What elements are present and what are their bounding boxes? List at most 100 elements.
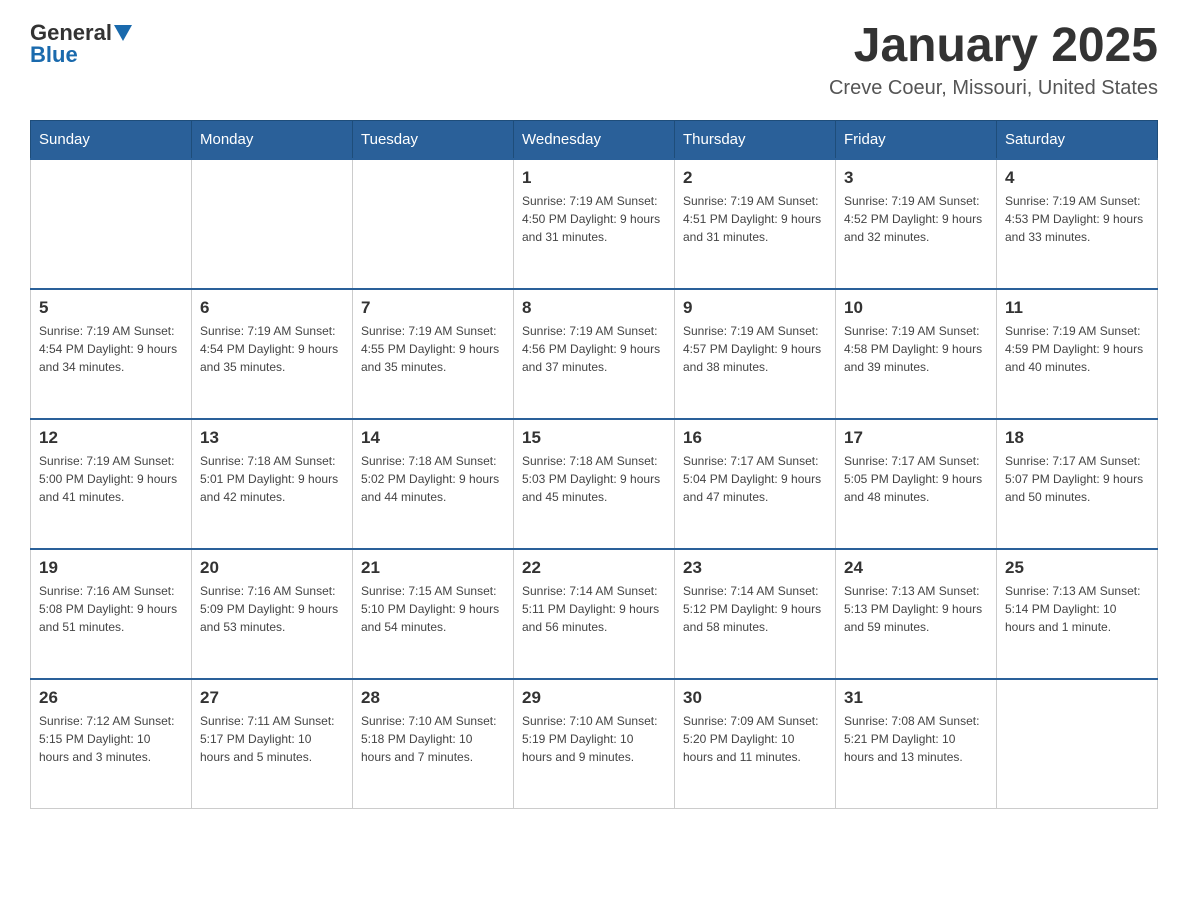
calendar-cell: 1 Sunrise: 7:19 AM Sunset: 4:50 PM Daylig…: [514, 159, 675, 289]
day-number: 19: [39, 558, 183, 578]
day-info: Sunrise: 7:15 AM Sunset: 5:10 PM Dayligh…: [361, 582, 505, 636]
calendar-cell: 5 Sunrise: 7:19 AM Sunset: 4:54 PM Daylig…: [31, 289, 192, 419]
day-info: Sunrise: 7:13 AM Sunset: 5:13 PM Dayligh…: [844, 582, 988, 636]
day-number: 5: [39, 298, 183, 318]
calendar-header-thursday: Thursday: [675, 120, 836, 159]
day-info: Sunrise: 7:19 AM Sunset: 4:52 PM Dayligh…: [844, 192, 988, 246]
calendar-cell: 15 Sunrise: 7:18 AM Sunset: 5:03 PM Dayli…: [514, 419, 675, 549]
calendar-cell: 7 Sunrise: 7:19 AM Sunset: 4:55 PM Daylig…: [353, 289, 514, 419]
calendar-cell: 2Sunrise: 7:19 AM Sunset: 4:51 PM Daylig…: [675, 159, 836, 289]
calendar-cell: 24 Sunrise: 7:13 AM Sunset: 5:13 PM Dayli…: [836, 549, 997, 679]
day-info: Sunrise: 7:14 AM Sunset: 5:12 PM Dayligh…: [683, 582, 827, 636]
calendar-cell: 20 Sunrise: 7:16 AM Sunset: 5:09 PM Dayli…: [192, 549, 353, 679]
day-number: 8: [522, 298, 666, 318]
day-info: Sunrise: 7:12 AM Sunset: 5:15 PM Dayligh…: [39, 712, 183, 766]
calendar-cell: 25 Sunrise: 7:13 AM Sunset: 5:14 PM Dayli…: [997, 549, 1158, 679]
day-number: 4: [1005, 168, 1149, 188]
day-number: 21: [361, 558, 505, 578]
day-number: 1: [522, 168, 666, 188]
subtitle: Creve Coeur, Missouri, United States: [829, 77, 1158, 100]
calendar-cell: 16 Sunrise: 7:17 AM Sunset: 5:04 PM Dayli…: [675, 419, 836, 549]
calendar-cell: [31, 159, 192, 289]
calendar-header-friday: Friday: [836, 120, 997, 159]
day-info: Sunrise: 7:11 AM Sunset: 5:17 PM Dayligh…: [200, 712, 344, 766]
day-number: 15: [522, 428, 666, 448]
day-info: Sunrise: 7:16 AM Sunset: 5:09 PM Dayligh…: [200, 582, 344, 636]
day-number: 14: [361, 428, 505, 448]
day-number: 11: [1005, 298, 1149, 318]
main-title: January 2025: [829, 20, 1158, 73]
day-number: 26: [39, 688, 183, 708]
calendar-week-row: 26 Sunrise: 7:12 AM Sunset: 5:15 PM Dayli…: [31, 679, 1158, 809]
day-number: 9: [683, 298, 827, 318]
day-number: 2: [683, 168, 827, 188]
day-number: 29: [522, 688, 666, 708]
calendar-cell: 3 Sunrise: 7:19 AM Sunset: 4:52 PM Daylig…: [836, 159, 997, 289]
day-info: Sunrise: 7:19 AM Sunset: 4:50 PM Dayligh…: [522, 192, 666, 246]
day-number: 22: [522, 558, 666, 578]
page-header: General Blue January 2025 Creve Coeur, M…: [30, 20, 1158, 100]
calendar-cell: [192, 159, 353, 289]
day-number: 18: [1005, 428, 1149, 448]
day-info: Sunrise: 7:14 AM Sunset: 5:11 PM Dayligh…: [522, 582, 666, 636]
calendar-cell: 22 Sunrise: 7:14 AM Sunset: 5:11 PM Dayli…: [514, 549, 675, 679]
day-number: 25: [1005, 558, 1149, 578]
calendar-cell: 27 Sunrise: 7:11 AM Sunset: 5:17 PM Dayli…: [192, 679, 353, 809]
calendar-cell: 8Sunrise: 7:19 AM Sunset: 4:56 PM Daylig…: [514, 289, 675, 419]
day-info: Sunrise: 7:10 AM Sunset: 5:19 PM Dayligh…: [522, 712, 666, 766]
day-number: 31: [844, 688, 988, 708]
day-number: 23: [683, 558, 827, 578]
day-info: Sunrise: 7:17 AM Sunset: 5:07 PM Dayligh…: [1005, 452, 1149, 506]
calendar-cell: 10Sunrise: 7:19 AM Sunset: 4:58 PM Dayli…: [836, 289, 997, 419]
calendar-cell: 9 Sunrise: 7:19 AM Sunset: 4:57 PM Daylig…: [675, 289, 836, 419]
day-info: Sunrise: 7:19 AM Sunset: 5:00 PM Dayligh…: [39, 452, 183, 506]
day-info: Sunrise: 7:19 AM Sunset: 4:55 PM Dayligh…: [361, 322, 505, 376]
day-info: Sunrise: 7:19 AM Sunset: 4:54 PM Dayligh…: [39, 322, 183, 376]
calendar-header-tuesday: Tuesday: [353, 120, 514, 159]
day-number: 10: [844, 298, 988, 318]
calendar-cell: 29 Sunrise: 7:10 AM Sunset: 5:19 PM Dayli…: [514, 679, 675, 809]
day-info: Sunrise: 7:18 AM Sunset: 5:03 PM Dayligh…: [522, 452, 666, 506]
calendar-cell: 6 Sunrise: 7:19 AM Sunset: 4:54 PM Daylig…: [192, 289, 353, 419]
day-number: 24: [844, 558, 988, 578]
day-number: 17: [844, 428, 988, 448]
calendar-cell: 19 Sunrise: 7:16 AM Sunset: 5:08 PM Dayli…: [31, 549, 192, 679]
calendar-cell: 11Sunrise: 7:19 AM Sunset: 4:59 PM Dayli…: [997, 289, 1158, 419]
calendar-header-monday: Monday: [192, 120, 353, 159]
calendar-cell: 17 Sunrise: 7:17 AM Sunset: 5:05 PM Dayli…: [836, 419, 997, 549]
day-info: Sunrise: 7:13 AM Sunset: 5:14 PM Dayligh…: [1005, 582, 1149, 636]
day-info: Sunrise: 7:17 AM Sunset: 5:05 PM Dayligh…: [844, 452, 988, 506]
calendar-cell: 30 Sunrise: 7:09 AM Sunset: 5:20 PM Dayli…: [675, 679, 836, 809]
logo-blue: Blue: [30, 42, 78, 68]
day-info: Sunrise: 7:19 AM Sunset: 4:54 PM Dayligh…: [200, 322, 344, 376]
day-info: Sunrise: 7:09 AM Sunset: 5:20 PM Dayligh…: [683, 712, 827, 766]
logo: General Blue: [30, 20, 132, 68]
day-number: 12: [39, 428, 183, 448]
day-number: 28: [361, 688, 505, 708]
calendar-cell: 12 Sunrise: 7:19 AM Sunset: 5:00 PM Dayli…: [31, 419, 192, 549]
calendar-cell: 31Sunrise: 7:08 AM Sunset: 5:21 PM Dayli…: [836, 679, 997, 809]
day-number: 13: [200, 428, 344, 448]
day-number: 20: [200, 558, 344, 578]
day-info: Sunrise: 7:16 AM Sunset: 5:08 PM Dayligh…: [39, 582, 183, 636]
day-number: 27: [200, 688, 344, 708]
day-number: 6: [200, 298, 344, 318]
logo-arrow-icon: [114, 25, 132, 43]
day-info: Sunrise: 7:18 AM Sunset: 5:02 PM Dayligh…: [361, 452, 505, 506]
day-number: 16: [683, 428, 827, 448]
day-number: 3: [844, 168, 988, 188]
day-number: 30: [683, 688, 827, 708]
calendar-cell: 26 Sunrise: 7:12 AM Sunset: 5:15 PM Dayli…: [31, 679, 192, 809]
day-number: 7: [361, 298, 505, 318]
day-info: Sunrise: 7:19 AM Sunset: 4:53 PM Dayligh…: [1005, 192, 1149, 246]
calendar-cell: [353, 159, 514, 289]
day-info: Sunrise: 7:18 AM Sunset: 5:01 PM Dayligh…: [200, 452, 344, 506]
calendar-week-row: 1 Sunrise: 7:19 AM Sunset: 4:50 PM Daylig…: [31, 159, 1158, 289]
calendar-cell: 28Sunrise: 7:10 AM Sunset: 5:18 PM Dayli…: [353, 679, 514, 809]
day-info: Sunrise: 7:19 AM Sunset: 4:57 PM Dayligh…: [683, 322, 827, 376]
calendar-cell: [997, 679, 1158, 809]
calendar-header-wednesday: Wednesday: [514, 120, 675, 159]
calendar-week-row: 12 Sunrise: 7:19 AM Sunset: 5:00 PM Dayli…: [31, 419, 1158, 549]
day-info: Sunrise: 7:17 AM Sunset: 5:04 PM Dayligh…: [683, 452, 827, 506]
calendar-table: SundayMondayTuesdayWednesdayThursdayFrid…: [30, 120, 1158, 810]
